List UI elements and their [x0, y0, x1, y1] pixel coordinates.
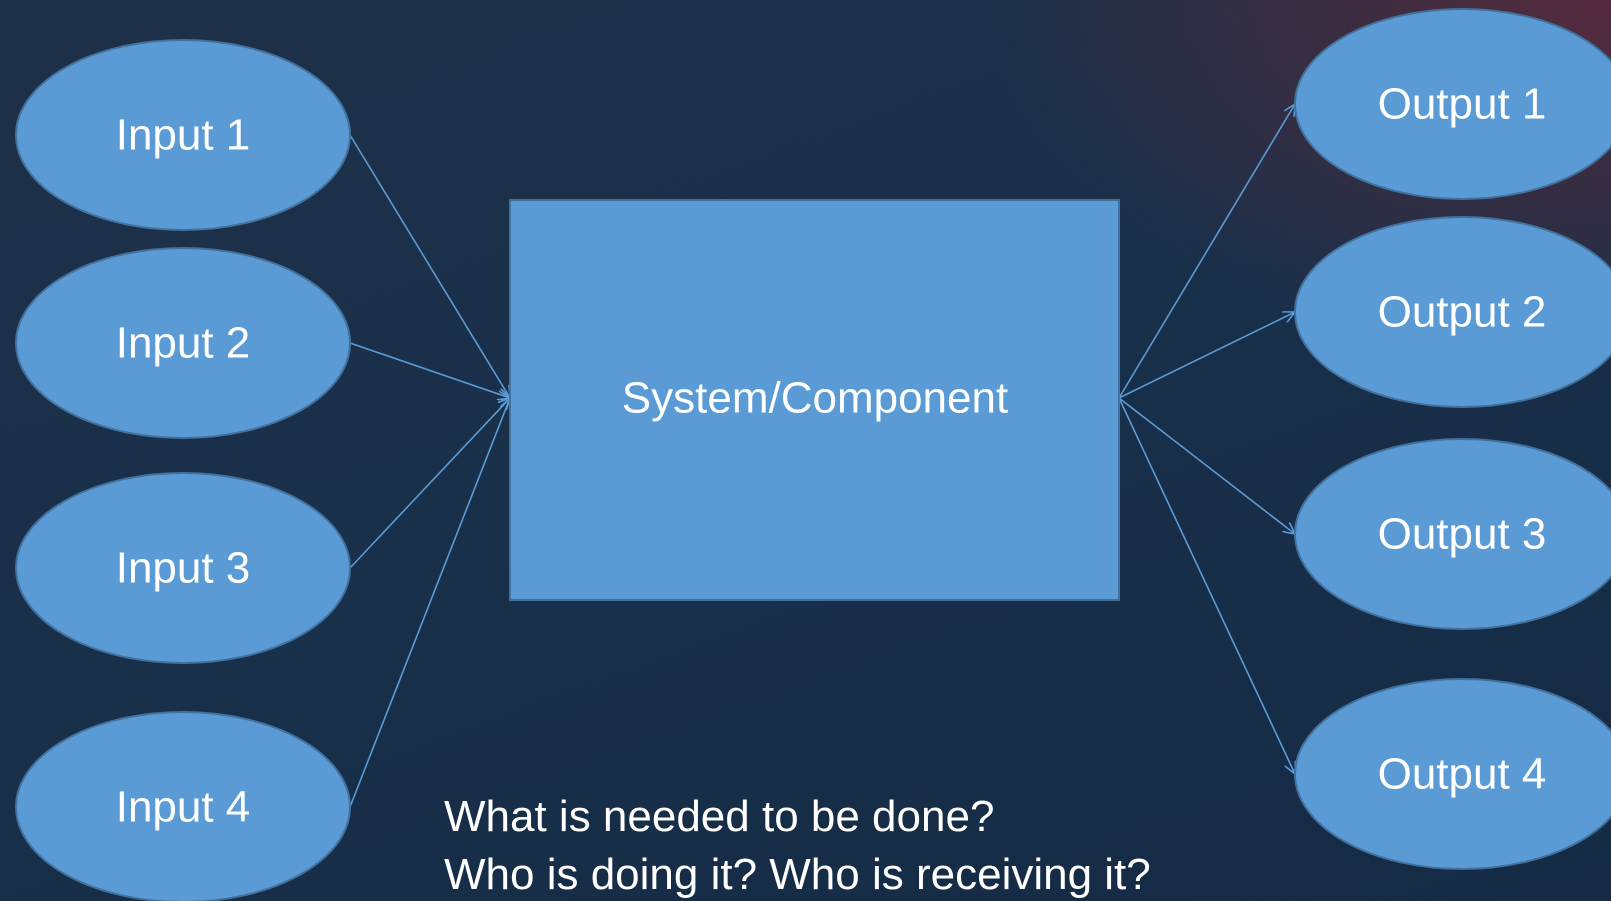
connector-input-2	[349, 342, 510, 398]
system-component-label: System/Component	[622, 374, 1008, 423]
connector-output-4	[1118, 397, 1295, 774]
output-label-2: Output 2	[1378, 288, 1547, 337]
connector-input-4	[349, 398, 510, 808]
connector-output-1	[1118, 104, 1295, 399]
input-label-1: Input 1	[116, 111, 251, 160]
output-node-2: Output 2	[1294, 216, 1611, 408]
input-label-3: Input 3	[116, 544, 251, 593]
output-node-1: Output 1	[1294, 8, 1611, 200]
question-line-1: What is needed to be done?	[444, 792, 995, 841]
question-line-2: Who is doing it? Who is receiving it?	[444, 850, 1151, 899]
io-diagram: System/Component Input 1 Input 2 Input 3…	[15, 8, 1611, 901]
output-label-3: Output 3	[1378, 510, 1547, 559]
output-node-3: Output 3	[1294, 438, 1611, 630]
output-node-4: Output 4	[1294, 678, 1611, 870]
connector-input-1	[349, 134, 510, 398]
input-node-1: Input 1	[15, 39, 351, 231]
input-node-3: Input 3	[15, 472, 351, 664]
guiding-questions: What is needed to be done? Who is doing …	[444, 788, 1151, 901]
input-label-4: Input 4	[116, 783, 251, 832]
input-node-4: Input 4	[15, 711, 351, 901]
input-label-2: Input 2	[116, 319, 251, 368]
input-node-2: Input 2	[15, 247, 351, 439]
connector-input-3	[349, 398, 510, 569]
output-label-4: Output 4	[1378, 750, 1547, 799]
system-component-box: System/Component	[509, 199, 1120, 601]
connector-output-3	[1118, 397, 1295, 534]
output-label-1: Output 1	[1378, 80, 1547, 129]
